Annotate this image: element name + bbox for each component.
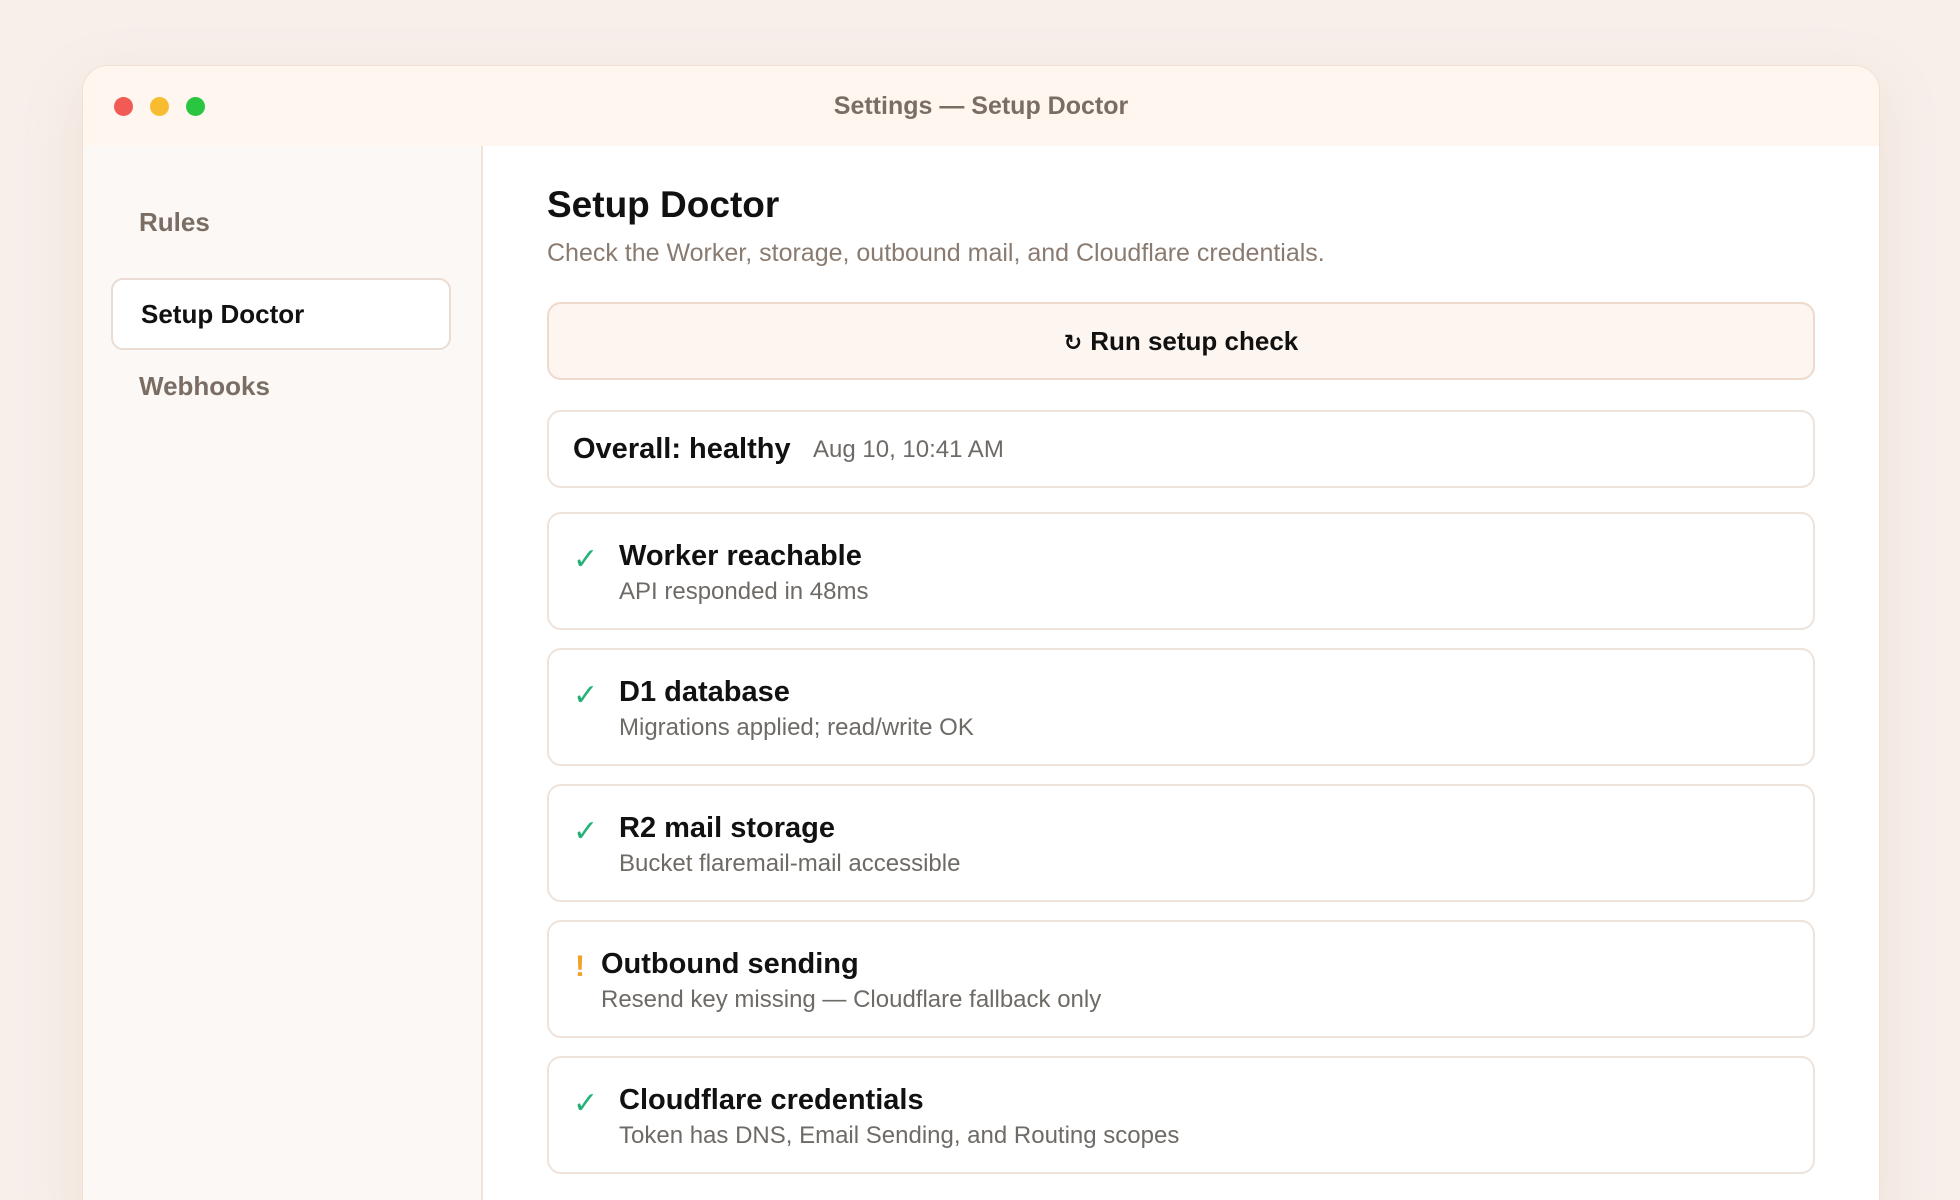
overall-status-label: Overall: healthy xyxy=(573,433,791,465)
check-cloudflare-credentials: ✓ Cloudflare credentials Token has DNS, … xyxy=(547,1056,1815,1174)
check-name: Cloudflare credentials xyxy=(619,1084,924,1116)
check-detail: Bucket flaremail-mail accessible xyxy=(619,850,961,877)
check-icon: ✓ xyxy=(573,1087,599,1120)
sidebar: Rules Setup Doctor Webhooks xyxy=(83,146,483,1200)
check-icon: ✓ xyxy=(573,815,599,848)
check-name: R2 mail storage xyxy=(619,812,835,844)
run-setup-check-button[interactable]: ↻ Run setup check xyxy=(547,302,1815,380)
warning-icon: ! xyxy=(575,950,585,983)
check-detail: API responded in 48ms xyxy=(619,578,869,605)
check-detail: Resend key missing — Cloudflare fallback… xyxy=(601,986,1102,1013)
page-subtitle: Check the Worker, storage, outbound mail… xyxy=(547,239,1325,267)
check-d1-database: ✓ D1 database Migrations applied; read/w… xyxy=(547,648,1815,766)
check-icon: ✓ xyxy=(573,679,599,712)
desktop-background: Settings — Setup Doctor Rules Setup Doct… xyxy=(0,0,1960,1200)
check-name: Outbound sending xyxy=(601,948,859,980)
check-worker-reachable: ✓ Worker reachable API responded in 48ms xyxy=(547,512,1815,630)
sidebar-item-setup-doctor[interactable]: Setup Doctor xyxy=(111,278,451,350)
check-detail: Migrations applied; read/write OK xyxy=(619,714,974,741)
sidebar-item-webhooks[interactable]: Webhooks xyxy=(111,350,451,422)
check-icon: ✓ xyxy=(573,543,599,576)
check-name: Worker reachable xyxy=(619,540,862,572)
check-r2-mail-storage: ✓ R2 mail storage Bucket flaremail-mail … xyxy=(547,784,1815,902)
main-content: Setup Doctor Check the Worker, storage, … xyxy=(483,146,1879,1200)
page-title: Setup Doctor xyxy=(547,184,780,225)
run-setup-check-label: Run setup check xyxy=(1090,326,1299,356)
check-detail: Token has DNS, Email Sending, and Routin… xyxy=(619,1122,1180,1149)
window-title: Settings — Setup Doctor xyxy=(833,92,1129,120)
overall-status-timestamp: Aug 10, 10:41 AM xyxy=(813,436,1004,463)
settings-window: Settings — Setup Doctor Rules Setup Doct… xyxy=(82,65,1880,1200)
title-bar: Settings — Setup Doctor xyxy=(83,66,1879,146)
refresh-icon: ↻ xyxy=(1063,330,1083,355)
check-name: D1 database xyxy=(619,676,790,708)
sidebar-item-rules[interactable]: Rules xyxy=(111,186,451,258)
overall-status-card: Overall: healthy Aug 10, 10:41 AM xyxy=(547,410,1815,488)
check-outbound-sending: ! Outbound sending Resend key missing — … xyxy=(547,920,1815,1038)
